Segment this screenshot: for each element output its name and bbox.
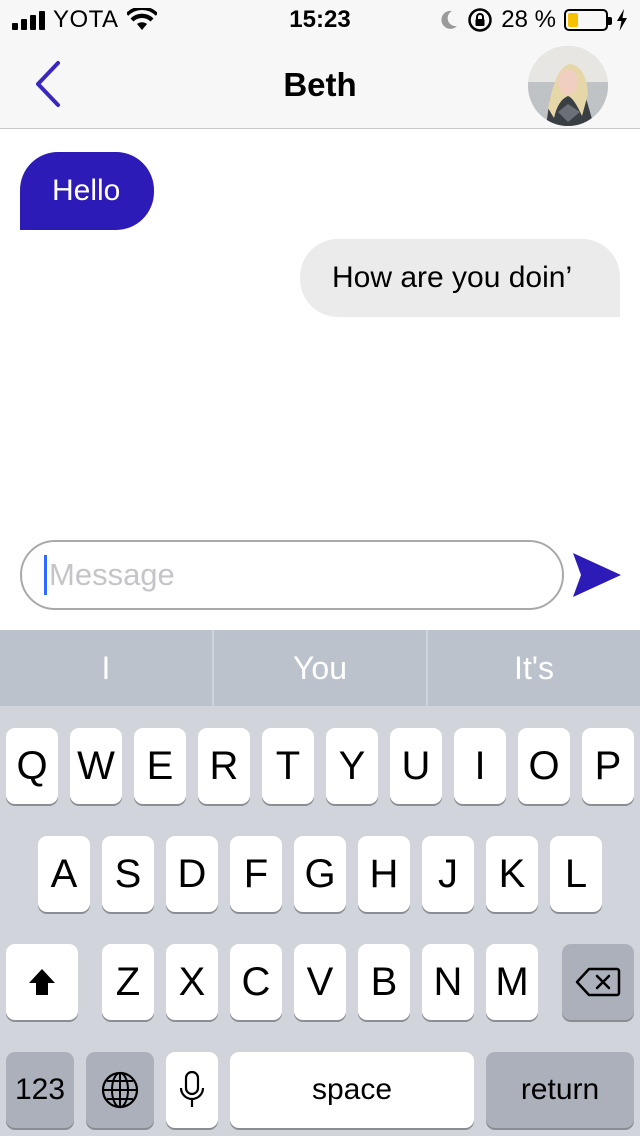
message-text: Hello bbox=[52, 174, 121, 207]
key-l[interactable]: L bbox=[550, 836, 602, 912]
key-y[interactable]: Y bbox=[326, 728, 378, 804]
key-z[interactable]: Z bbox=[102, 944, 154, 1020]
keyboard: Q W E R T Y U I O P A S D F G H J K L Z … bbox=[0, 706, 640, 1136]
key-v[interactable]: V bbox=[294, 944, 346, 1020]
status-left: YOTA bbox=[12, 6, 157, 34]
key-q[interactable]: Q bbox=[6, 728, 58, 804]
key-c[interactable]: C bbox=[230, 944, 282, 1020]
key-i[interactable]: I bbox=[454, 728, 506, 804]
battery-fill bbox=[568, 13, 579, 27]
key-b[interactable]: B bbox=[358, 944, 410, 1020]
incoming-message-bubble: Hello bbox=[20, 152, 154, 230]
message-composer: Message bbox=[0, 530, 640, 630]
wifi-icon bbox=[126, 8, 157, 30]
key-k[interactable]: K bbox=[486, 836, 538, 912]
key-u[interactable]: U bbox=[390, 728, 442, 804]
text-cursor bbox=[44, 555, 47, 595]
key-h[interactable]: H bbox=[358, 836, 410, 912]
shift-key[interactable] bbox=[6, 944, 78, 1020]
back-button[interactable] bbox=[22, 56, 72, 112]
key-m[interactable]: M bbox=[486, 944, 538, 1020]
outgoing-message-bubble: How are you doin’ bbox=[300, 239, 620, 317]
prediction-suggestion[interactable]: You bbox=[214, 630, 428, 706]
carrier-name: YOTA bbox=[53, 6, 119, 33]
key-j[interactable]: J bbox=[422, 836, 474, 912]
key-n[interactable]: N bbox=[422, 944, 474, 1020]
microphone-icon bbox=[179, 1070, 205, 1107]
key-x[interactable]: X bbox=[166, 944, 218, 1020]
message-input[interactable]: Message bbox=[20, 540, 564, 610]
key-w[interactable]: W bbox=[70, 728, 122, 804]
charging-bolt-icon bbox=[617, 9, 627, 31]
moon-icon bbox=[441, 10, 458, 29]
message-text: How are you doin’ bbox=[332, 261, 573, 294]
key-t[interactable]: T bbox=[262, 728, 314, 804]
battery-percent: 28 % bbox=[501, 6, 556, 33]
prediction-suggestion[interactable]: It's bbox=[428, 630, 640, 706]
numbers-key[interactable]: 123 bbox=[6, 1052, 74, 1128]
key-p[interactable]: P bbox=[582, 728, 634, 804]
prediction-suggestion[interactable]: I bbox=[0, 630, 214, 706]
message-placeholder: Message bbox=[49, 557, 175, 592]
chevron-left-icon bbox=[36, 61, 60, 107]
signal-bars-icon bbox=[12, 10, 45, 30]
microphone-key[interactable] bbox=[166, 1052, 218, 1128]
shift-arrow-icon bbox=[29, 969, 55, 995]
key-a[interactable]: A bbox=[38, 836, 90, 912]
predictive-text-bar: I You It's bbox=[0, 630, 640, 706]
globe-key[interactable] bbox=[86, 1052, 154, 1128]
key-s[interactable]: S bbox=[102, 836, 154, 912]
nav-bar: Beth bbox=[0, 40, 640, 129]
key-g[interactable]: G bbox=[294, 836, 346, 912]
battery-icon bbox=[564, 9, 612, 31]
key-f[interactable]: F bbox=[230, 836, 282, 912]
return-key[interactable]: return bbox=[486, 1052, 634, 1128]
key-e[interactable]: E bbox=[134, 728, 186, 804]
key-d[interactable]: D bbox=[166, 836, 218, 912]
backspace-key[interactable] bbox=[562, 944, 634, 1020]
send-button[interactable] bbox=[570, 548, 624, 602]
key-r[interactable]: R bbox=[198, 728, 250, 804]
message-list: Hello How are you doin’ bbox=[0, 130, 640, 530]
send-arrow-icon bbox=[573, 553, 621, 597]
status-right: 28 % bbox=[439, 6, 628, 34]
backspace-icon bbox=[575, 967, 621, 997]
rotation-lock-icon bbox=[468, 8, 493, 32]
contact-avatar[interactable] bbox=[528, 46, 608, 126]
key-o[interactable]: O bbox=[518, 728, 570, 804]
space-key[interactable]: space bbox=[230, 1052, 474, 1128]
status-bar: YOTA 15:23 28 % bbox=[0, 0, 640, 40]
globe-icon bbox=[101, 1071, 139, 1109]
